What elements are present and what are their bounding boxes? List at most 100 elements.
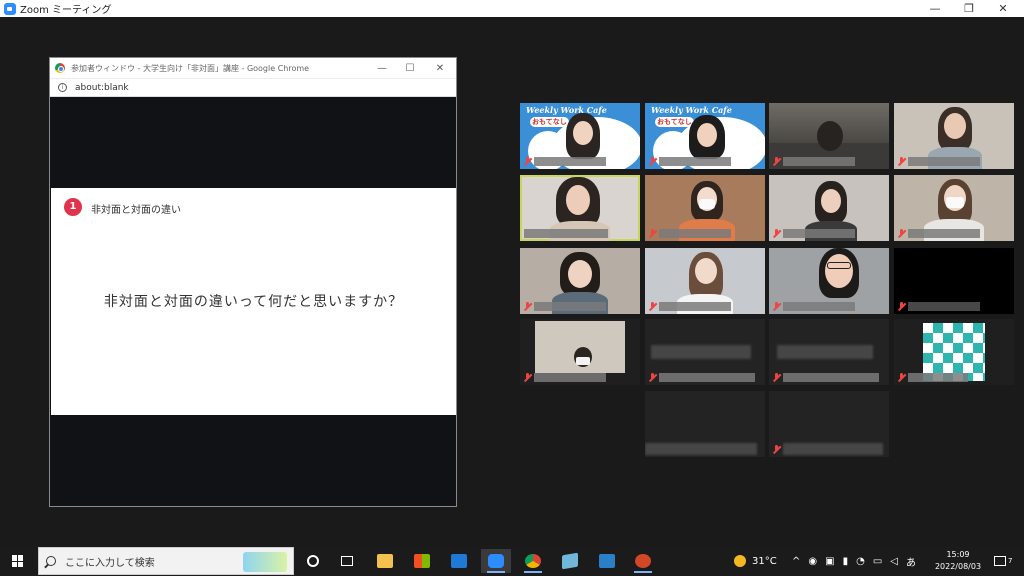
chevron-up-icon[interactable]: ^ bbox=[792, 556, 800, 567]
weather-sun-icon bbox=[734, 555, 746, 567]
muted-mic-icon bbox=[772, 157, 781, 166]
weather-widget[interactable]: 31°C bbox=[734, 546, 777, 576]
muted-mic-icon bbox=[772, 445, 781, 454]
wifi-icon[interactable]: ◔ bbox=[856, 556, 865, 567]
chrome-close-button[interactable]: ✕ bbox=[426, 58, 454, 79]
muted-mic-icon bbox=[648, 229, 657, 238]
microphone-icon[interactable]: ▮ bbox=[843, 556, 849, 567]
slide-number-badge: 1 bbox=[64, 198, 82, 216]
zoom-window-title: Zoom ミーティング bbox=[20, 5, 112, 16]
close-button[interactable]: ✕ bbox=[986, 0, 1020, 17]
clock-time: 15:09 bbox=[946, 550, 970, 559]
participant-name bbox=[659, 373, 755, 382]
participant-name bbox=[908, 373, 968, 382]
muted-mic-icon bbox=[897, 373, 906, 382]
chrome-taskbar-icon[interactable] bbox=[518, 549, 548, 573]
muted-mic-icon bbox=[772, 373, 781, 382]
chrome-logo-icon bbox=[55, 63, 65, 73]
video-tile[interactable] bbox=[645, 248, 765, 314]
video-tile[interactable] bbox=[894, 175, 1014, 241]
video-tile[interactable] bbox=[645, 175, 765, 241]
video-tile-active-speaker[interactable] bbox=[520, 175, 640, 241]
muted-mic-icon bbox=[772, 229, 781, 238]
muted-mic-icon bbox=[897, 229, 906, 238]
muted-mic-icon bbox=[523, 373, 532, 382]
video-tile-camera-off[interactable] bbox=[769, 319, 889, 385]
video-tile[interactable] bbox=[894, 319, 1014, 385]
file-explorer-icon[interactable] bbox=[370, 549, 400, 573]
chrome-window[interactable]: 参加者ウィンドウ - 大学生向け「非対面」講座 - Google Chrome … bbox=[49, 57, 457, 507]
camera-icon[interactable]: ▣ bbox=[825, 556, 834, 567]
chrome-minimize-button[interactable]: — bbox=[368, 58, 396, 79]
system-tray: ^ ◉ ▣ ▮ ◔ ▭ ◁ あ bbox=[792, 546, 916, 576]
participant-name bbox=[908, 229, 980, 238]
muted-mic-icon bbox=[648, 302, 657, 311]
search-highlight-image bbox=[243, 552, 287, 572]
maximize-button[interactable]: ❐ bbox=[952, 0, 986, 17]
chrome-titlebar[interactable]: 参加者ウィンドウ - 大学生向け「非対面」講座 - Google Chrome … bbox=[50, 58, 456, 79]
slide-question: 非対面と対面の違いって何だと思いますか？ bbox=[103, 294, 404, 310]
taskbar-search[interactable]: ここに入力して検索 bbox=[38, 547, 294, 575]
zoom-titlebar: Zoom ミーティング — ❐ ✕ bbox=[0, 0, 1024, 17]
video-tile-camera-off[interactable] bbox=[645, 391, 765, 457]
video-tile-camera-off[interactable] bbox=[769, 391, 889, 457]
notification-center[interactable]: 7 bbox=[994, 546, 1012, 576]
app-icon[interactable] bbox=[555, 549, 585, 573]
cafe-title: Weekly Work Cafe bbox=[651, 105, 732, 115]
participant-name bbox=[524, 229, 608, 238]
zoom-taskbar-icon[interactable] bbox=[481, 549, 511, 573]
video-tile[interactable]: Weekly Work Cafe おもてなし bbox=[645, 103, 765, 169]
cortana-icon[interactable] bbox=[298, 549, 328, 573]
weather-temperature: 31°C bbox=[752, 555, 777, 567]
minimize-button[interactable]: — bbox=[918, 0, 952, 17]
presentation-slide: 1 非対面と対面の違い 非対面と対面の違いって何だと思いますか？ bbox=[51, 188, 456, 415]
volume-icon[interactable]: ◁ bbox=[890, 556, 898, 567]
video-tile[interactable] bbox=[769, 175, 889, 241]
battery-icon[interactable]: ▭ bbox=[873, 556, 882, 567]
cafe-tag: おもてなし bbox=[655, 117, 694, 127]
mail-icon[interactable] bbox=[444, 549, 474, 573]
record-icon[interactable]: ◉ bbox=[808, 556, 817, 567]
video-tile[interactable] bbox=[769, 103, 889, 169]
participant-name bbox=[908, 157, 980, 166]
muted-mic-icon bbox=[523, 302, 532, 311]
muted-mic-icon bbox=[648, 157, 657, 166]
chrome-maximize-button[interactable]: ☐ bbox=[396, 58, 424, 79]
windows-start-icon[interactable] bbox=[12, 555, 24, 567]
participant-name bbox=[659, 157, 731, 166]
muted-mic-icon bbox=[897, 302, 906, 311]
task-view-icon[interactable] bbox=[332, 549, 362, 573]
clock[interactable]: 15:09 2022/08/03 bbox=[930, 549, 986, 573]
slide-heading: 非対面と対面の違い bbox=[91, 205, 181, 216]
zoom-logo-icon bbox=[4, 2, 16, 15]
address-text[interactable]: about:blank bbox=[75, 83, 129, 93]
photos-icon[interactable] bbox=[592, 549, 622, 573]
notification-icon bbox=[994, 556, 1006, 566]
microsoft-store-icon[interactable] bbox=[407, 549, 437, 573]
search-placeholder[interactable]: ここに入力して検索 bbox=[65, 554, 155, 569]
chrome-window-title: 参加者ウィンドウ - 大学生向け「非対面」講座 - Google Chrome bbox=[71, 63, 310, 73]
video-tile-camera-off[interactable] bbox=[894, 248, 1014, 314]
ime-indicator[interactable]: あ bbox=[906, 554, 916, 569]
participant-name bbox=[534, 157, 606, 166]
participant-name bbox=[783, 157, 855, 166]
info-icon[interactable]: i bbox=[58, 83, 67, 92]
cafe-tag: おもてなし bbox=[530, 117, 569, 127]
participant-name bbox=[659, 302, 731, 311]
video-tile[interactable] bbox=[520, 248, 640, 314]
video-tile-camera-off[interactable] bbox=[645, 319, 765, 385]
address-bar[interactable]: i about:blank bbox=[50, 79, 456, 97]
video-tile[interactable]: Weekly Work Cafe おもてなし bbox=[520, 103, 640, 169]
participant-name bbox=[659, 229, 731, 238]
powerpoint-icon[interactable] bbox=[628, 549, 658, 573]
video-tile[interactable] bbox=[520, 319, 640, 385]
participant-name bbox=[783, 373, 879, 382]
participant-name bbox=[783, 229, 855, 238]
participant-name bbox=[783, 302, 855, 311]
clock-date: 2022/08/03 bbox=[934, 562, 982, 571]
taskbar: ここに入力して検索 31°C ^ ◉ ▣ ▮ ◔ ▭ ◁ あ 15:09 202… bbox=[0, 546, 1024, 576]
participant-name bbox=[908, 302, 980, 311]
video-tile[interactable] bbox=[769, 248, 889, 314]
participant-name bbox=[534, 302, 606, 311]
video-tile[interactable] bbox=[894, 103, 1014, 169]
